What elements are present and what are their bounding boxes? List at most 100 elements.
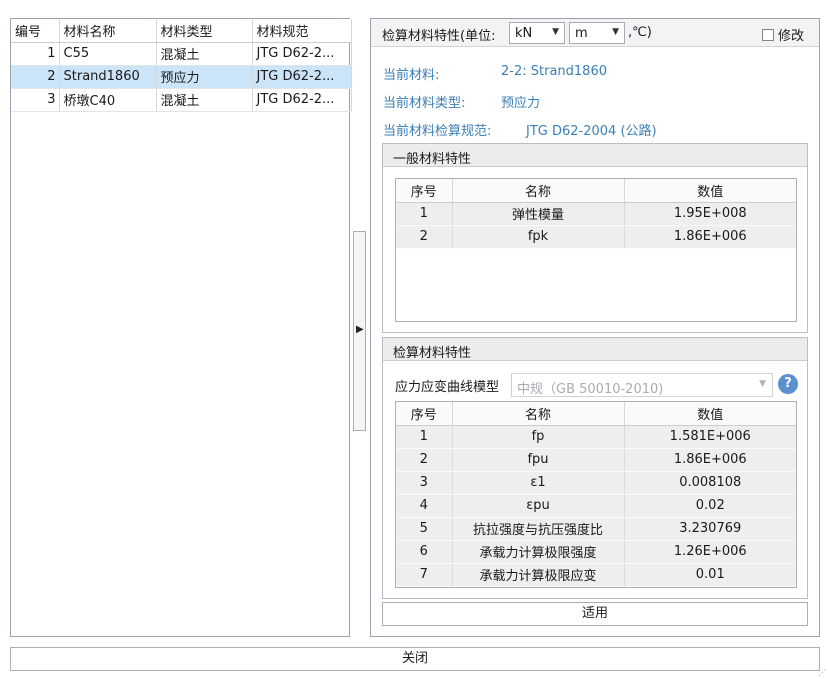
curve-model-label: 应力应变曲线模型: [395, 380, 500, 395]
current-type-label: 当前材料类型:: [383, 96, 466, 111]
help-icon[interactable]: ?: [778, 374, 798, 394]
row-no: 2: [396, 448, 453, 472]
properties-header: 检算材料特性(单位: kN ▼ m ▼ ,℃) 修改: [371, 19, 819, 47]
modify-label: 修改: [778, 29, 805, 44]
curve-model-select[interactable]: 中规（GB 50010-2010) ▼: [511, 373, 773, 397]
chevron-down-icon: ▼: [612, 27, 619, 37]
current-type-value: 预应力: [501, 96, 541, 111]
modify-checkbox[interactable]: [762, 28, 774, 41]
row-no: 1: [396, 425, 453, 449]
current-material-label: 当前材料:: [383, 68, 440, 83]
material-name: Strand1860: [59, 65, 157, 89]
row-value: 1.95E+008: [624, 202, 796, 226]
row-value: 1.86E+006: [624, 448, 796, 472]
material-type: 预应力: [156, 65, 253, 89]
temperature-unit-label: ,℃): [628, 25, 652, 40]
material-row-1[interactable]: 1 C55 混凝土 JTG D62-2...: [11, 42, 352, 66]
material-list-panel: 编号 材料名称 材料类型 材料规范 1 C55 混凝土 JTG D62-2...…: [10, 18, 352, 637]
row-value: 0.01: [624, 563, 796, 587]
row-no: 3: [396, 471, 453, 495]
check-row-6[interactable]: 6 承载力计算极限强度 1.26E+006: [396, 540, 796, 564]
modify-toggle[interactable]: 修改: [762, 25, 804, 44]
row-no: 6: [396, 540, 453, 564]
col-header-name: 名称: [452, 402, 625, 426]
material-name: C55: [59, 42, 157, 66]
row-name: ε1: [452, 471, 625, 495]
check-row-4[interactable]: 4 εpu 0.02: [396, 494, 796, 518]
check-row-2[interactable]: 2 fpu 1.86E+006: [396, 448, 796, 472]
material-table-header: 编号 材料名称 材料类型 材料规范: [11, 19, 352, 43]
close-button[interactable]: 关闭: [10, 647, 820, 671]
check-row-3[interactable]: 3 ε1 0.008108: [396, 471, 796, 495]
check-row-5[interactable]: 5 抗拉强度与抗压强度比 3.230769: [396, 517, 796, 541]
length-unit-select[interactable]: m ▼: [569, 22, 625, 44]
material-spec: JTG D62-2...: [252, 88, 352, 112]
panel-splitter[interactable]: ▶: [353, 231, 366, 431]
col-header-name[interactable]: 材料名称: [59, 19, 157, 43]
chevron-down-icon: ▼: [759, 379, 766, 389]
current-spec-label: 当前材料检算规范:: [383, 124, 492, 139]
grid-header-row: 序号 名称 数值: [396, 179, 796, 203]
row-name: fpk: [452, 225, 625, 249]
current-spec-value: JTG D62-2004 (公路): [526, 124, 657, 139]
apply-button[interactable]: 适用: [382, 602, 808, 626]
force-unit-value: kN: [515, 26, 533, 41]
check-properties-group: 检算材料特性 应力应变曲线模型 中规（GB 50010-2010) ▼ ? 序号…: [382, 337, 808, 599]
curve-model-value: 中规（GB 50010-2010): [517, 382, 664, 397]
material-spec: JTG D62-2...: [252, 42, 352, 66]
general-properties-grid: 序号 名称 数值 1 弹性模量 1.95E+008 2 fpk 1.86E+00…: [395, 178, 797, 322]
material-row-3[interactable]: 3 桥墩C40 混凝土 JTG D62-2...: [11, 88, 352, 112]
chevron-down-icon: ▼: [552, 27, 559, 37]
row-value: 0.02: [624, 494, 796, 518]
row-name: εpu: [452, 494, 625, 518]
row-name: 抗拉强度与抗压强度比: [452, 517, 625, 541]
properties-title: 检算材料特性(单位:: [382, 29, 496, 44]
material-table: 编号 材料名称 材料类型 材料规范 1 C55 混凝土 JTG D62-2...…: [11, 19, 352, 112]
row-name: fpu: [452, 448, 625, 472]
general-properties-group: 一般材料特性 序号 名称 数值 1 弹性模量 1.95E+008 2 fpk 1…: [382, 143, 808, 333]
row-no: 4: [396, 494, 453, 518]
length-unit-value: m: [575, 26, 588, 41]
col-header-no: 序号: [396, 179, 453, 203]
row-value: 1.581E+006: [624, 425, 796, 449]
general-properties-title: 一般材料特性: [383, 144, 807, 167]
current-material-value: 2-2: Strand1860: [501, 64, 607, 79]
row-value: 0.008108: [624, 471, 796, 495]
check-row-1[interactable]: 1 fp 1.581E+006: [396, 425, 796, 449]
col-header-spec[interactable]: 材料规范: [252, 19, 352, 43]
row-no: 2: [396, 225, 453, 249]
col-header-no: 序号: [396, 402, 453, 426]
check-properties-title: 检算材料特性: [383, 338, 807, 361]
general-row-1[interactable]: 1 弹性模量 1.95E+008: [396, 202, 796, 226]
row-name: 承载力计算极限应变: [452, 563, 625, 587]
row-no: 7: [396, 563, 453, 587]
row-no: 5: [396, 517, 453, 541]
row-value: 3.230769: [624, 517, 796, 541]
row-value: 1.26E+006: [624, 540, 796, 564]
grid-header-row: 序号 名称 数值: [396, 402, 796, 426]
resize-grip-icon[interactable]: ⋰: [818, 668, 826, 677]
material-type: 混凝土: [156, 42, 253, 66]
row-name: fp: [452, 425, 625, 449]
general-row-2[interactable]: 2 fpk 1.86E+006: [396, 225, 796, 249]
row-value: 1.86E+006: [624, 225, 796, 249]
col-header-type[interactable]: 材料类型: [156, 19, 253, 43]
material-spec: JTG D62-2...: [252, 65, 352, 89]
check-properties-grid: 序号 名称 数值 1 fp 1.581E+006 2 fpu 1.86E+006: [395, 401, 797, 588]
material-row-2[interactable]: 2 Strand1860 预应力 JTG D62-2...: [11, 65, 352, 89]
material-id: 1: [11, 42, 60, 66]
row-name: 弹性模量: [452, 202, 625, 226]
col-header-value: 数值: [624, 402, 796, 426]
check-row-7[interactable]: 7 承载力计算极限应变 0.01: [396, 563, 796, 587]
material-id: 3: [11, 88, 60, 112]
force-unit-select[interactable]: kN ▼: [509, 22, 565, 44]
expand-arrow-icon: ▶: [356, 324, 364, 335]
material-id: 2: [11, 65, 60, 89]
col-header-id[interactable]: 编号: [11, 19, 60, 43]
col-header-name: 名称: [452, 179, 625, 203]
material-properties-panel: 检算材料特性(单位: kN ▼ m ▼ ,℃) 修改 当前材料: 2-2: St…: [370, 18, 820, 637]
row-no: 1: [396, 202, 453, 226]
col-header-value: 数值: [624, 179, 796, 203]
row-name: 承载力计算极限强度: [452, 540, 625, 564]
material-name: 桥墩C40: [59, 88, 157, 112]
